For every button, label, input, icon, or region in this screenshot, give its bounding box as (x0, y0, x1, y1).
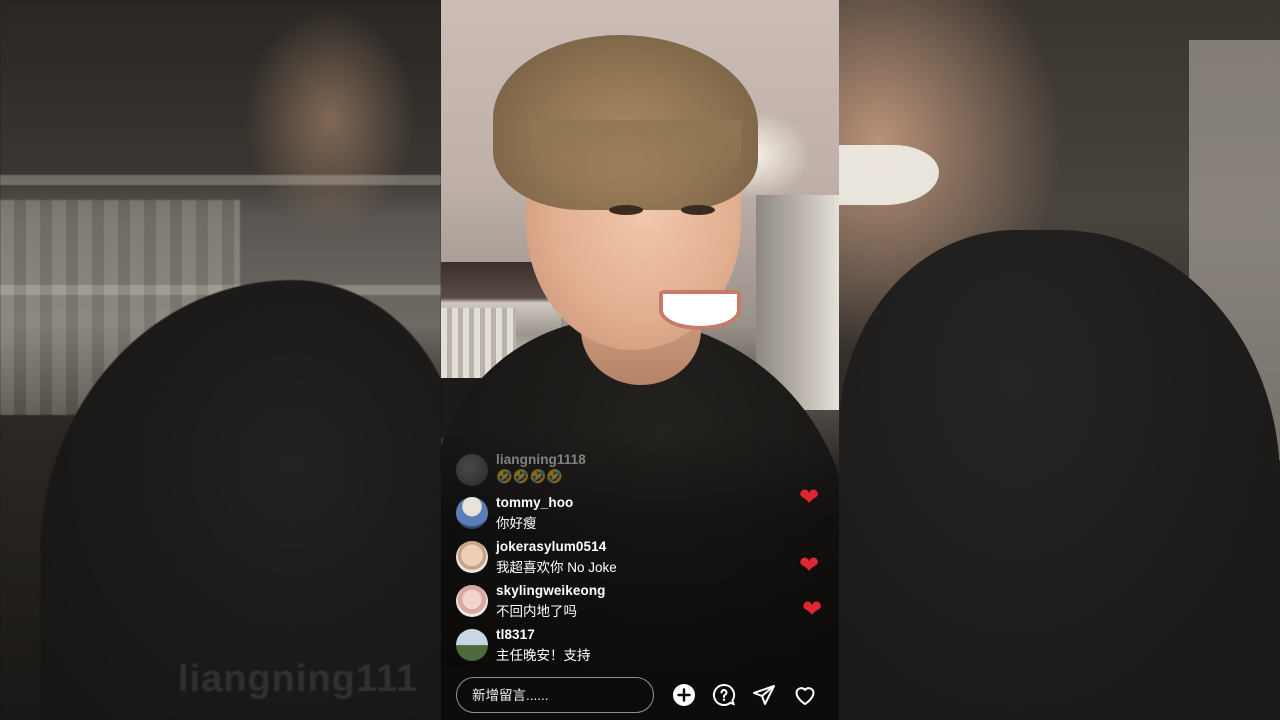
comment-username[interactable]: skylingweikeong (496, 583, 606, 598)
avatar-face-icon[interactable] (456, 541, 488, 573)
blurred-smile (839, 145, 939, 205)
plus-circle-icon[interactable] (672, 683, 696, 707)
streamer-eye-left (609, 205, 643, 215)
floating-heart-icon: ❤ (799, 484, 820, 511)
comment-message: 不回内地了吗 (496, 604, 577, 619)
floating-heart-icon: ❤ (799, 552, 820, 579)
comment-message: 🤣🤣🤣🤣 (496, 469, 564, 484)
comment-username[interactable]: tommy_hoo (496, 495, 573, 510)
comment-item: tl8317 主任晚安！支持 (456, 627, 786, 667)
comment-input[interactable] (456, 677, 654, 713)
comment-item: jokerasylum0514 我超喜欢你 No Joke (456, 539, 786, 579)
live-video-frame[interactable]: liangning1118 🤣🤣🤣🤣 tommy_hoo 你好瘦 jokeras… (441, 0, 839, 720)
comment-message: 主任晚安！支持 (496, 648, 591, 663)
blurred-shelf (0, 175, 441, 185)
comment-username[interactable]: jokerasylum0514 (496, 539, 606, 554)
avatar-field-icon[interactable] (456, 629, 488, 661)
comment-item: skylingweikeong 不回内地了吗 (456, 583, 786, 623)
comment-message: 我超喜欢你 No Joke (496, 560, 617, 575)
blurred-ghost-username: liangning111 (178, 658, 419, 700)
avatar-pink-icon[interactable] (456, 585, 488, 617)
comment-item: liangning1118 🤣🤣🤣🤣 (456, 452, 786, 492)
comment-message: 你好瘦 (496, 516, 537, 531)
blurred-background-left: liangning111 (0, 0, 441, 720)
streamer-fringe (531, 120, 741, 190)
question-bubble-icon[interactable] (712, 683, 736, 707)
streamer-smile (659, 290, 741, 330)
streamer-eye-right (681, 205, 715, 215)
avatar-blue-icon[interactable] (456, 497, 488, 529)
comment-item: tommy_hoo 你好瘦 (456, 495, 786, 535)
comment-username[interactable]: liangning1118 (496, 452, 586, 467)
blurred-shirt (839, 230, 1280, 720)
blurred-background-right (839, 0, 1280, 720)
avatar-grey-icon[interactable] (456, 454, 488, 486)
comment-username[interactable]: tl8317 (496, 627, 535, 642)
floating-heart-icon: ❤ (802, 596, 823, 623)
heart-outline-icon[interactable] (793, 683, 817, 707)
live-bottom-bar (441, 666, 839, 720)
paper-plane-icon[interactable] (752, 683, 776, 707)
